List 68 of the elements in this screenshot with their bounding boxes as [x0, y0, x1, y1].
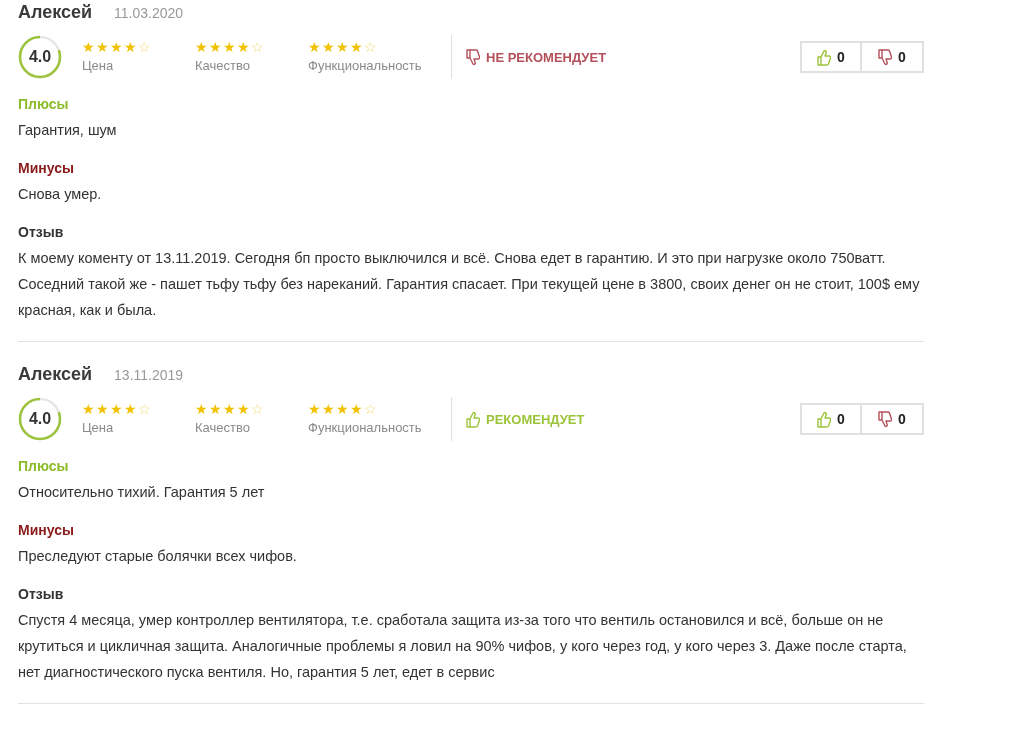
- section-title: Минусы: [18, 159, 75, 178]
- star-icon: ★: [350, 40, 363, 55]
- star-icon: ★: [82, 40, 95, 55]
- section-title: Минусы: [18, 521, 75, 540]
- star-icon: ★: [209, 402, 222, 417]
- star-icon: ★: [336, 402, 349, 417]
- criterion-label: Качество: [195, 57, 250, 74]
- dislike-button[interactable]: 0: [862, 41, 924, 73]
- criterion-label: Качество: [195, 419, 250, 436]
- star-outline-icon: ☆: [364, 40, 377, 55]
- section-title: Отзыв: [18, 223, 65, 242]
- recommendation-label: НЕ РЕКОМЕНДУЕТ: [486, 49, 607, 65]
- star-icon: ★: [308, 40, 321, 55]
- like-button[interactable]: 0: [800, 41, 862, 73]
- thumbs-up-icon: [817, 410, 832, 428]
- star-outline-icon: ☆: [138, 402, 151, 417]
- section-text: Спустя 4 месяца, умер контроллер вентилятора, т.е. сработала защита из-за того что вентиль остановился и всё, больше он не крутиться и цикличная защита. Аналогичные проблемы я ловил на 90% чифов, у кого через год, у кого через 3. Даже после старта, нет диагностического пуска вентиля. Но, гарантия 5 лет, едет в сервис: [18, 611, 908, 682]
- thumbs-up-icon: [817, 48, 832, 66]
- thumbs-down-icon: [878, 48, 893, 66]
- thumbs-down-icon: [466, 48, 480, 66]
- star-outline-icon: ☆: [251, 402, 264, 417]
- star-icon: ★: [124, 40, 137, 55]
- criterion-label: Функциональность: [308, 57, 422, 74]
- star-icon: ★: [110, 40, 123, 55]
- star-icon: ★: [350, 402, 363, 417]
- author-name: Алексей: [18, 2, 93, 23]
- star-icon: ★: [82, 402, 95, 417]
- score-value: 4.0: [28, 411, 52, 427]
- criterion-label: Цена: [82, 57, 114, 74]
- criterion-label: Цена: [82, 419, 114, 436]
- criterion-label: Функциональность: [308, 419, 422, 436]
- star-icon: ★: [96, 40, 109, 55]
- score-ring: [18, 397, 62, 441]
- section-title: Отзыв: [18, 585, 65, 604]
- score-ring: [18, 35, 62, 79]
- star-icon: ★: [124, 402, 137, 417]
- star-icon: ★: [336, 40, 349, 55]
- star-icon: ★: [308, 402, 321, 417]
- star-outline-icon: ☆: [364, 402, 377, 417]
- star-icon: ★: [223, 402, 236, 417]
- star-outline-icon: ☆: [251, 40, 264, 55]
- like-button[interactable]: 0: [800, 403, 862, 435]
- star-icon: ★: [96, 402, 109, 417]
- star-icon: ★: [237, 402, 250, 417]
- section-text: К моему коменту от 13.11.2019. Сегодня бп просто выключился и всё. Снова едет в гарантию. И это при нагрузке около 750ватт. Соседний такой же - пашет тьфу тьфу без нареканий. Гарантия спасает. При текущей цене в 3800, своих денег он не стоит, 100$ ему красная, как и была.: [18, 249, 921, 320]
- author-name: Алексей: [18, 364, 93, 385]
- star-icon: ★: [195, 40, 208, 55]
- dislike-button[interactable]: 0: [862, 403, 924, 435]
- thumbs-up-icon: [466, 410, 480, 428]
- star-outline-icon: ☆: [138, 40, 151, 55]
- section-text: Снова умер.: [18, 185, 103, 204]
- recommendation-label: РЕКОМЕНДУЕТ: [486, 411, 585, 427]
- star-icon: ★: [195, 402, 208, 417]
- star-icon: ★: [209, 40, 222, 55]
- section-title: Плюсы: [18, 457, 70, 476]
- star-icon: ★: [223, 40, 236, 55]
- thumbs-down-icon: [878, 410, 893, 428]
- review-date: 11.03.2020: [114, 5, 184, 21]
- score-value: 4.0: [28, 49, 52, 65]
- section-title: Плюсы: [18, 95, 70, 114]
- section-text: Относительно тихий. Гарантия 5 лет: [18, 483, 266, 502]
- star-icon: ★: [322, 40, 335, 55]
- star-icon: ★: [322, 402, 335, 417]
- section-text: Гарантия, шум: [18, 121, 118, 140]
- star-icon: ★: [110, 402, 123, 417]
- review-date: 13.11.2019: [114, 367, 184, 383]
- star-icon: ★: [237, 40, 250, 55]
- section-text: Преследуют старые болячки всех чифов.: [18, 547, 298, 566]
